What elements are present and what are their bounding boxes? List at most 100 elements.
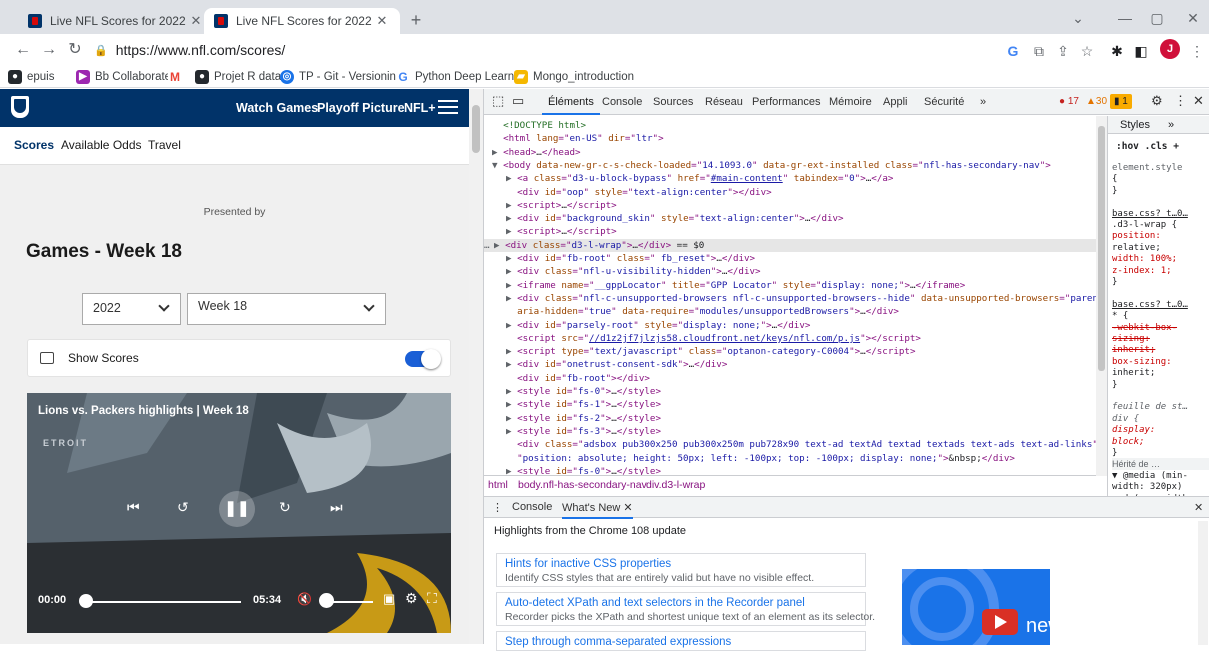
dom-node[interactable]: ▶ <div id="parsely-root" style="display:…	[506, 319, 810, 332]
browser-tab[interactable]: Live NFL Scores for 2022 - Week ✕	[18, 8, 214, 34]
dom-scrollbar[interactable]	[1096, 116, 1107, 476]
forward-icon[interactable]: →	[38, 40, 60, 62]
dom-node[interactable]: ▶ <script>…</script>	[506, 199, 617, 212]
captions-icon[interactable]: ▣	[383, 591, 395, 607]
tab-elements[interactable]: Éléments	[542, 96, 600, 115]
drawer-scrollbar[interactable]	[1198, 521, 1208, 645]
breadcrumb-item[interactable]: div.d3-l-wrap	[646, 479, 705, 491]
kebab-menu-icon[interactable]: ⋮	[1174, 93, 1187, 109]
issues-badge[interactable]: ▮ 1	[1110, 94, 1132, 109]
fullscreen-icon[interactable]: ⛶	[427, 590, 437, 607]
error-count-badge[interactable]: ● 17	[1055, 94, 1083, 109]
bookmark-item[interactable]: ◎ TP - Git - Versioning	[280, 69, 402, 85]
subnav-travel[interactable]: Travel	[148, 138, 181, 152]
bookmark-item[interactable]: ▶ Bb Collaborate	[76, 69, 171, 85]
skip-previous-icon[interactable]: ⏮	[127, 499, 140, 516]
subnav-scores[interactable]: Scores	[14, 138, 54, 152]
drawer-menu-icon[interactable]: ⋮	[492, 501, 503, 514]
volume-handle[interactable]	[319, 593, 334, 608]
styles-toolbar[interactable]: :hov .cls +	[1116, 141, 1179, 152]
whats-new-card[interactable]: Step through comma-separated expressions	[496, 631, 866, 651]
dom-node[interactable]: ▶ <script>…</script>	[506, 225, 617, 238]
tab-application[interactable]: Appli	[883, 96, 907, 108]
dom-node[interactable]: ▶ <div class="nfl-u-visibility-hidden">……	[506, 265, 761, 278]
minimize-icon[interactable]: —	[1110, 10, 1140, 26]
watch-games-link[interactable]: Watch Games	[236, 101, 318, 115]
page-scrollbar[interactable]	[469, 89, 483, 644]
show-scores-toggle[interactable]	[405, 349, 441, 369]
bookmark-item[interactable]: ● epuis	[8, 69, 55, 85]
close-window-icon[interactable]: ✕	[1178, 10, 1208, 27]
dom-node[interactable]: ▶ <div class="nfl-c-unsupported-browsers…	[506, 292, 1096, 305]
dom-node[interactable]: ▶ <script type="text/javascript" class="…	[506, 345, 916, 358]
translate-icon[interactable]: ⧉	[1030, 42, 1048, 60]
address-bar[interactable]: 🔒 https://www.nfl.com/scores/	[94, 37, 994, 63]
back-icon[interactable]: ←	[12, 40, 34, 62]
tab-styles[interactable]: Styles	[1120, 119, 1150, 131]
dom-node[interactable]: ▶ <head>…</head>	[492, 146, 581, 159]
dom-node[interactable]: ▶ <div id="fb-root" class=" fb_reset">…<…	[506, 252, 755, 265]
playoff-picture-link[interactable]: Playoff Picture	[317, 101, 405, 115]
nfl-plus-link[interactable]: NFL+	[404, 101, 436, 115]
tab-search-icon[interactable]: ⌄	[1063, 10, 1093, 27]
dom-node[interactable]: ▶ <a class="d3-u-block-bypass" href="#ma…	[506, 172, 893, 185]
close-devtools-icon[interactable]: ✕	[1193, 93, 1204, 109]
tab-performance[interactable]: Performances	[752, 96, 820, 108]
breadcrumb-item[interactable]: body.nfl-has-secondary-nav	[518, 479, 647, 491]
video-player[interactable]: Lions vs. Packers highlights | Week 18 E…	[27, 393, 451, 633]
bookmark-item[interactable]: G Python Deep Learni...	[396, 69, 526, 85]
reload-icon[interactable]: ↻	[64, 40, 86, 62]
dom-node[interactable]: <script src="//d1z2jf7jlzjs58.cloudfront…	[506, 332, 921, 345]
share-icon[interactable]: ⇪	[1054, 42, 1072, 60]
tab-memory[interactable]: Mémoire	[829, 96, 872, 108]
dom-node[interactable]: ▶ <style id="fs-2">…</style>	[506, 412, 661, 425]
dom-node[interactable]: ▶ <style id="fs-3">…</style>	[506, 425, 661, 438]
inspect-element-icon[interactable]: ⬚	[492, 93, 504, 109]
tab-console[interactable]: Console	[602, 96, 642, 108]
mute-icon[interactable]: 🔇	[297, 592, 312, 606]
nfl-logo-icon[interactable]	[11, 96, 29, 118]
bookmark-item[interactable]: ▰ Mongo_introduction	[514, 69, 634, 85]
tab-security[interactable]: Sécurité	[924, 96, 964, 108]
more-tabs-icon[interactable]: »	[980, 96, 986, 108]
close-drawer-icon[interactable]: ✕	[1194, 501, 1203, 514]
tab-sources[interactable]: Sources	[653, 96, 693, 108]
more-tabs-icon[interactable]: »	[1168, 119, 1174, 131]
settings-gear-icon[interactable]: ⚙	[1151, 93, 1163, 109]
dom-node[interactable]: ▶ <style id="fs-1">…</style>	[506, 398, 661, 411]
new-tab-button[interactable]: +	[404, 9, 428, 33]
drawer-tab-console[interactable]: Console	[512, 501, 552, 513]
dom-node-selected[interactable]: … ▶ <div class="d3-l-wrap">…</div> == $0	[484, 238, 1096, 252]
pause-icon[interactable]: ❚❚	[219, 491, 255, 527]
restore-icon[interactable]: ▢	[1142, 10, 1172, 27]
settings-gear-icon[interactable]: ⚙	[405, 590, 418, 607]
whats-new-card[interactable]: Hints for inactive CSS properties Identi…	[496, 553, 866, 587]
dom-node[interactable]: ▶ <iframe name="__gppLocator" title="GPP…	[506, 279, 965, 292]
scrollbar-thumb[interactable]	[1098, 126, 1105, 371]
hamburger-menu-icon[interactable]	[438, 100, 458, 114]
dom-node[interactable]: ▼ <body data-new-gr-c-s-check-loaded="14…	[492, 159, 1051, 172]
warning-count-badge[interactable]: ▲30	[1082, 94, 1111, 109]
bookmark-star-icon[interactable]: ☆	[1078, 42, 1096, 60]
close-icon[interactable]: ✕	[374, 13, 390, 29]
dom-node[interactable]: <html lang="en-US" dir="ltr">	[492, 132, 664, 145]
dom-node[interactable]: <div id="oop" style="text-align:center">…	[506, 186, 772, 199]
google-lens-icon[interactable]: G	[1004, 42, 1022, 60]
dom-node[interactable]: <div id="fb-root"></div>	[506, 372, 650, 385]
drawer-tab-whats-new[interactable]: What's New ✕	[562, 501, 633, 519]
dom-node[interactable]: ▶ <div id="background_skin" style="text-…	[506, 212, 844, 225]
volume-bar[interactable]	[333, 601, 373, 603]
skip-next-icon[interactable]: ⏭	[330, 499, 343, 516]
whats-new-card[interactable]: Auto-detect XPath and text selectors in …	[496, 592, 875, 626]
dom-node[interactable]: "position: absolute; height: 50px; left:…	[506, 452, 1015, 465]
week-select[interactable]: Week 18	[187, 293, 386, 325]
rewind-10-icon[interactable]: ↺	[177, 499, 189, 516]
forward-10-icon[interactable]: ↻	[279, 499, 291, 516]
device-toolbar-icon[interactable]: ▭	[512, 93, 524, 109]
side-panel-icon[interactable]: ◧	[1132, 42, 1150, 60]
dom-node[interactable]: aria-hidden="true" data-require="modules…	[506, 305, 899, 318]
profile-avatar[interactable]: J	[1160, 39, 1180, 59]
subnav-available-odds[interactable]: Available Odds	[61, 138, 142, 152]
dom-node[interactable]: ▶ <div id="onetrust-consent-sdk">…</div>	[506, 358, 727, 371]
extensions-icon[interactable]: ✱	[1108, 42, 1126, 60]
